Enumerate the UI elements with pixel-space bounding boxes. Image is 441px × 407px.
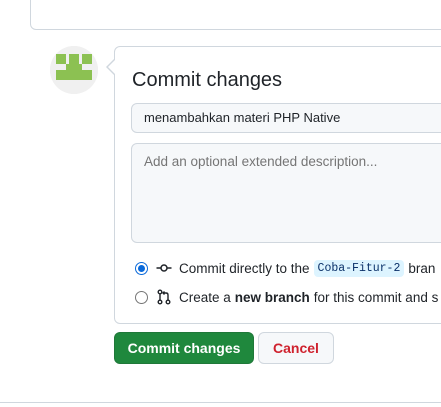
cancel-button[interactable]: Cancel	[258, 332, 334, 364]
panel-caret-fill	[108, 60, 115, 74]
commit-directly-option[interactable]: Commit directly to the Coba-Fitur-2 bran	[135, 259, 435, 277]
create-branch-label-bold: new branch	[234, 289, 310, 305]
git-commit-icon	[156, 264, 172, 272]
commit-directly-radio[interactable]	[135, 261, 148, 275]
create-branch-label-suffix: for this commit and s	[313, 289, 439, 305]
user-avatar[interactable]	[50, 46, 98, 94]
commit-summary-input[interactable]	[131, 103, 441, 133]
create-new-branch-radio[interactable]	[135, 290, 148, 304]
previous-content-box	[30, 0, 441, 30]
git-pull-request-icon	[157, 289, 171, 305]
commit-changes-button[interactable]: Commit changes	[114, 332, 254, 364]
branch-name-badge: Coba-Fitur-2	[313, 259, 405, 277]
identicon-image	[50, 46, 98, 94]
create-branch-label-prefix: Create a	[179, 289, 231, 305]
commit-directly-label-suffix: bran	[408, 260, 436, 276]
commit-form-title: Commit changes	[132, 69, 283, 91]
commit-description-textarea[interactable]	[131, 143, 441, 243]
commit-directly-label: Commit directly to the	[179, 260, 310, 276]
divider	[0, 402, 441, 403]
create-new-branch-option[interactable]: Create a new branch for this commit and …	[135, 288, 438, 306]
commit-changes-panel: Commit changes Commit directly to the Co…	[106, 46, 441, 324]
